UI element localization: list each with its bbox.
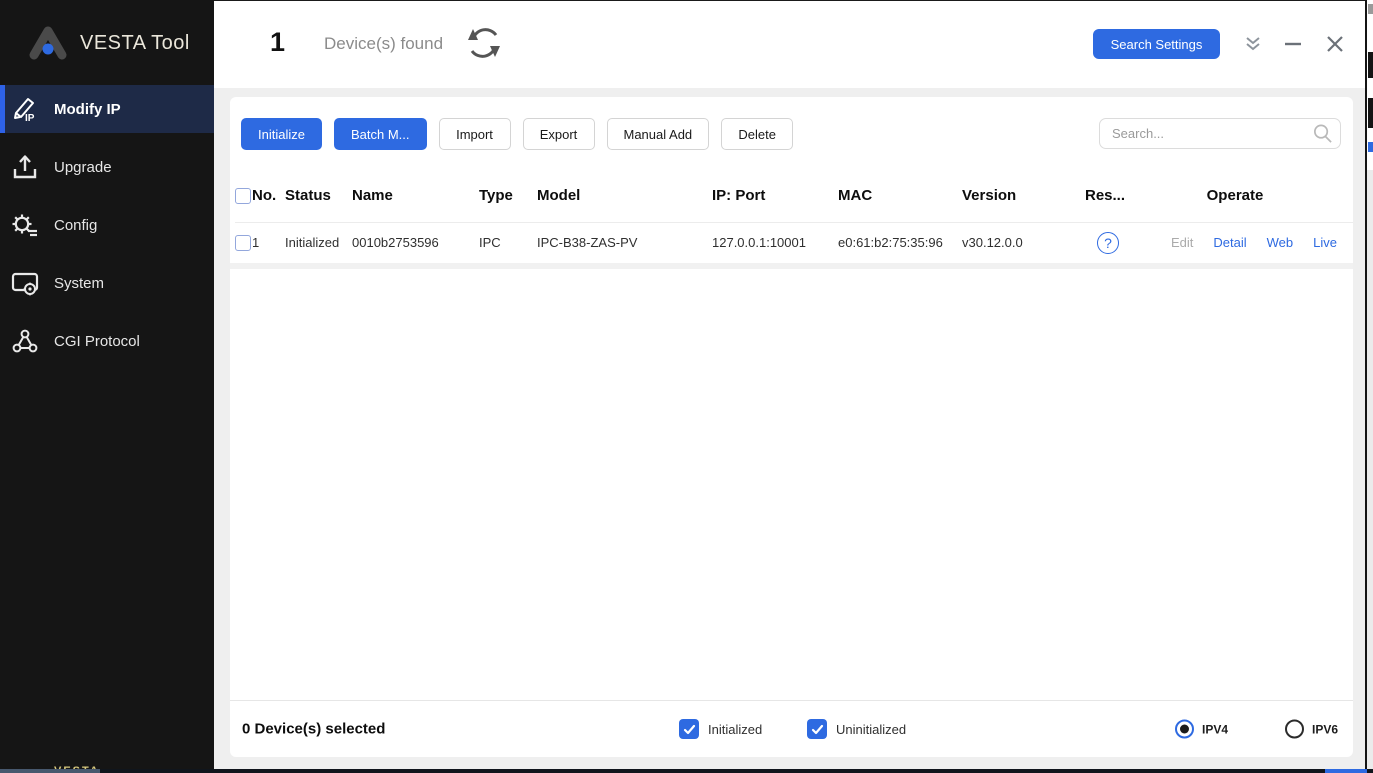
content-area: Initialize Batch M... Import Export Manu…: [214, 88, 1365, 769]
device-panel: Initialize Batch M... Import Export Manu…: [230, 97, 1353, 757]
collapse-button[interactable]: [1238, 29, 1268, 59]
col-version: Version: [962, 187, 1085, 204]
refresh-icon: [462, 23, 506, 63]
minimize-icon: [1281, 32, 1305, 56]
sidebar-item-label: Upgrade: [54, 159, 112, 176]
question-circle-icon[interactable]: ?: [1097, 232, 1119, 254]
chevron-double-down-icon: [1241, 32, 1265, 56]
screen-edge-artifact: [1365, 0, 1373, 769]
cell-model: IPC-B38-ZAS-PV: [537, 235, 712, 250]
table-row: 1 Initialized 0010b2753596 IPC IPC-B38-Z…: [235, 222, 1353, 262]
import-button[interactable]: Import: [439, 118, 511, 150]
sidebar-item-system[interactable]: System: [0, 259, 214, 307]
cell-version: v30.12.0.0: [962, 235, 1085, 250]
table-header-row: No. Status Name Type Model IP: Port MAC …: [235, 178, 1353, 212]
select-all-checkbox[interactable]: [235, 188, 251, 204]
filter-uninitialized[interactable]: Uninitialized: [807, 719, 906, 739]
row-checkbox[interactable]: [235, 235, 251, 251]
col-ip-port: IP: Port: [712, 187, 838, 204]
manual-add-button[interactable]: Manual Add: [607, 118, 710, 150]
sidebar-item-modify-ip[interactable]: IP Modify IP: [0, 85, 214, 133]
col-mac: MAC: [838, 187, 962, 204]
search-box: [1099, 118, 1341, 149]
cell-name: 0010b2753596: [352, 235, 479, 250]
initialize-button[interactable]: Initialize: [241, 118, 322, 150]
sidebar-item-config[interactable]: Config: [0, 201, 214, 249]
close-icon: [1323, 32, 1347, 56]
svg-text:IP: IP: [25, 113, 35, 124]
delete-button[interactable]: Delete: [721, 118, 793, 150]
gear-list-icon: [10, 210, 40, 240]
filter-initialized[interactable]: Initialized: [679, 719, 762, 739]
sidebar-item-upgrade[interactable]: Upgrade: [0, 143, 214, 191]
col-name: Name: [352, 187, 479, 204]
col-no: No.: [252, 187, 285, 204]
radio-label: IPV6: [1312, 722, 1338, 736]
radio-label: IPV4: [1202, 722, 1228, 736]
cell-type: IPC: [479, 235, 537, 250]
web-link[interactable]: Web: [1267, 235, 1294, 250]
monitor-gear-icon: [10, 268, 40, 298]
device-toolbar: Initialize Batch M... Import Export Manu…: [241, 118, 793, 150]
col-type: Type: [479, 187, 537, 204]
batch-modify-button[interactable]: Batch M...: [334, 118, 427, 150]
col-res: Res...: [1085, 187, 1147, 204]
live-link[interactable]: Live: [1313, 235, 1337, 250]
cell-mac: e0:61:b2:75:35:96: [838, 235, 962, 250]
radio-ipv4[interactable]: IPV4: [1175, 720, 1228, 739]
sidebar: VESTA Tool IP Modify IP Upgrade: [0, 0, 214, 769]
radio-ipv6[interactable]: IPV6: [1285, 720, 1338, 739]
upload-icon: [10, 152, 40, 182]
radio-unselected-icon: [1285, 720, 1304, 739]
minimize-button[interactable]: [1278, 29, 1308, 59]
panel-footer: 0 Device(s) selected Initialized Uniniti…: [230, 700, 1353, 757]
cell-no: 1: [252, 235, 285, 250]
search-icon[interactable]: [1312, 123, 1333, 144]
radio-selected-icon: [1175, 720, 1194, 739]
pen-ip-icon: IP: [10, 94, 40, 124]
vesta-logo-icon: [26, 23, 70, 63]
export-button[interactable]: Export: [523, 118, 595, 150]
device-count-label: Device(s) found: [324, 34, 443, 54]
sidebar-item-label: System: [54, 275, 104, 292]
edit-link[interactable]: Edit: [1171, 235, 1193, 250]
detail-link[interactable]: Detail: [1213, 235, 1246, 250]
sidebar-item-label: Config: [54, 217, 97, 234]
sidebar-item-label: Modify IP: [54, 101, 121, 118]
filter-label: Initialized: [708, 722, 762, 737]
node-triangle-icon: [10, 326, 40, 356]
checkbox-checked-icon: [679, 719, 699, 739]
window-bottom-edge: [0, 769, 1373, 773]
top-header: 1 Device(s) found Search Settings: [214, 0, 1365, 88]
sidebar-item-cgi-protocol[interactable]: CGI Protocol: [0, 317, 214, 365]
checkbox-checked-icon: [807, 719, 827, 739]
device-count: 1: [270, 27, 285, 58]
cell-status: Initialized: [285, 235, 352, 250]
selected-count-label: 0 Device(s) selected: [242, 721, 385, 738]
col-status: Status: [285, 187, 352, 204]
col-model: Model: [537, 187, 712, 204]
refresh-button[interactable]: [460, 21, 508, 67]
app-logo-row: VESTA Tool: [0, 14, 214, 72]
filter-label: Uninitialized: [836, 722, 906, 737]
col-operate: Operate: [1147, 187, 1353, 204]
operate-links: Edit Detail Web Live: [1147, 235, 1353, 250]
search-input[interactable]: [1099, 118, 1341, 149]
cell-ip-port: 127.0.0.1:10001: [712, 235, 838, 250]
app-title: VESTA Tool: [80, 32, 190, 55]
close-button[interactable]: [1320, 29, 1350, 59]
sidebar-item-label: CGI Protocol: [54, 333, 140, 350]
row-separator: [230, 263, 1353, 269]
search-settings-button[interactable]: Search Settings: [1093, 29, 1220, 59]
